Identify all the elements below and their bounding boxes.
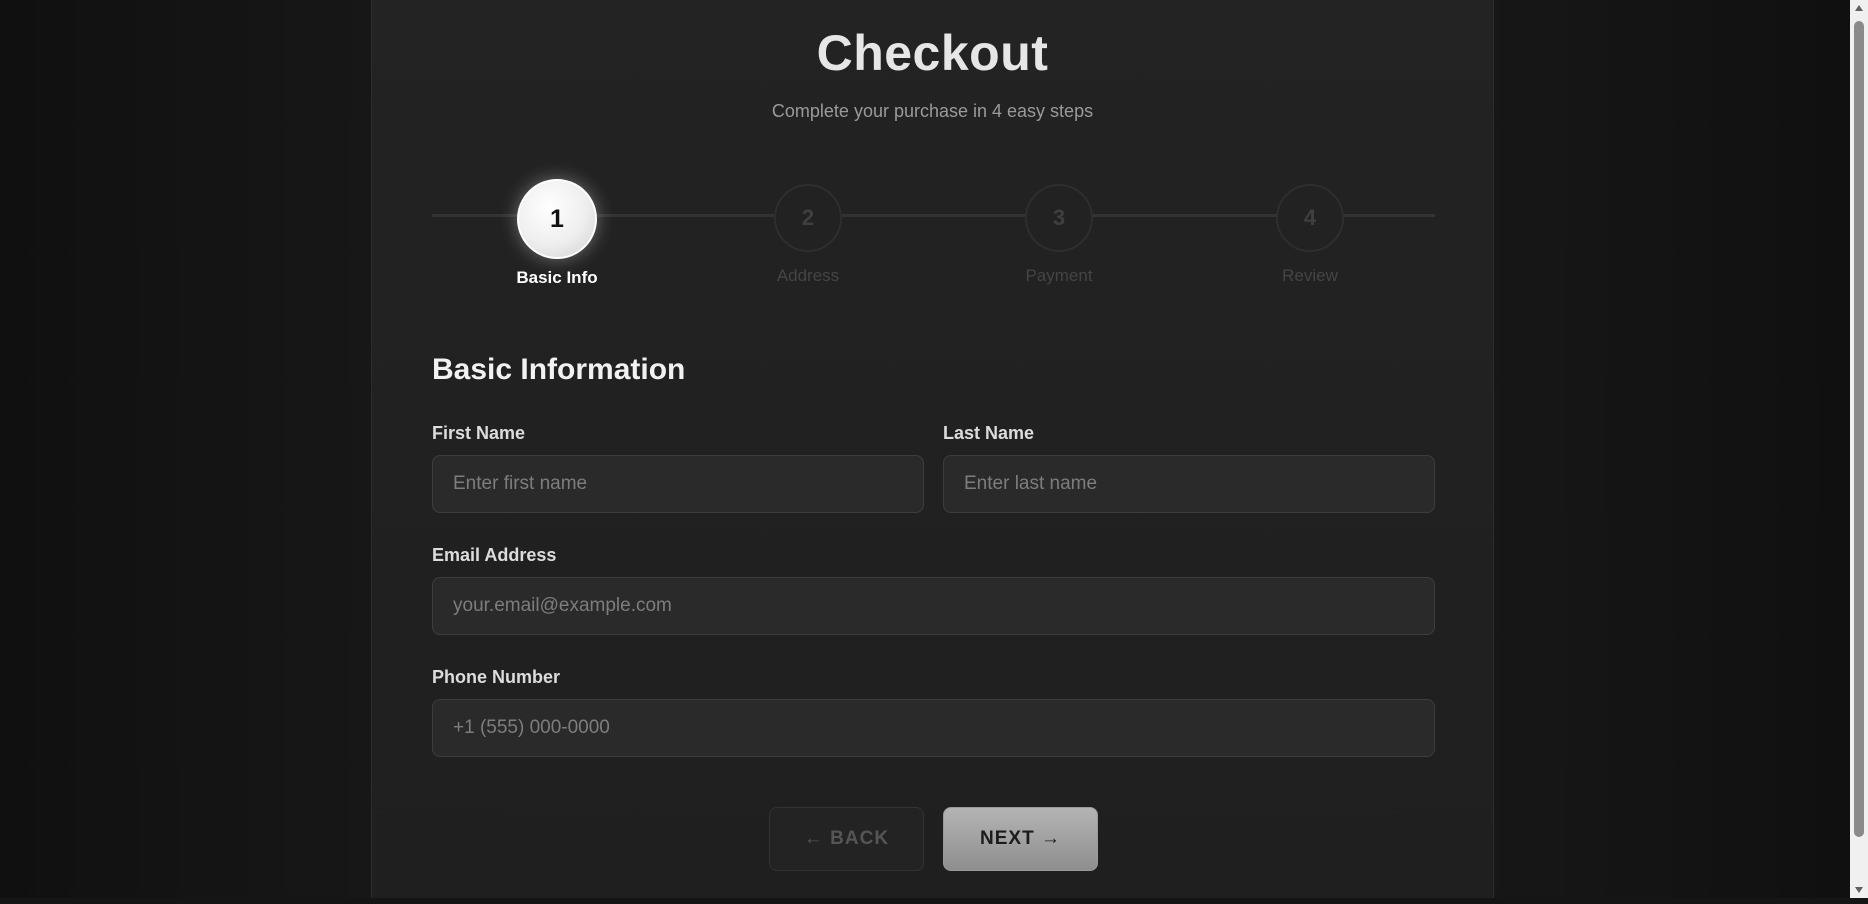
- back-button[interactable]: ← BACK: [769, 807, 924, 871]
- scroll-down-arrow[interactable]: [1850, 881, 1868, 898]
- triangle-down-icon: [1855, 887, 1863, 893]
- triangle-up-icon: [1855, 5, 1863, 11]
- step-label: Payment: [1025, 266, 1093, 285]
- step-number-circle: 2: [774, 184, 842, 252]
- first-name-label: First Name: [432, 423, 526, 443]
- step-number-circle: 4: [1276, 184, 1344, 252]
- scroll-up-arrow[interactable]: [1850, 0, 1868, 17]
- step-label: Basic Info: [516, 268, 598, 287]
- step-label: Address: [776, 266, 840, 285]
- phone-label: Phone Number: [432, 667, 561, 687]
- email-input[interactable]: [432, 577, 1435, 635]
- vertical-scrollbar[interactable]: [1850, 0, 1868, 898]
- progress-stepper: 1 Basic Info 2 Address 3 Payment 4 Revie…: [432, 175, 1435, 295]
- step-basic-info[interactable]: 1 Basic Info: [477, 175, 637, 288]
- step-number-circle: 1: [517, 179, 597, 259]
- step-number-circle: 3: [1025, 184, 1093, 252]
- page-subtitle: Complete your purchase in 4 easy steps: [771, 101, 1094, 121]
- next-button[interactable]: NEXT →: [943, 807, 1098, 871]
- last-name-input[interactable]: [943, 455, 1435, 513]
- first-name-input[interactable]: [432, 455, 924, 513]
- section-title: Basic Information: [432, 353, 686, 386]
- scrollbar-thumb[interactable]: [1854, 21, 1864, 837]
- phone-input[interactable]: [432, 699, 1435, 757]
- last-name-label: Last Name: [943, 423, 1035, 443]
- page-background: Checkout Complete your purchase in 4 eas…: [0, 0, 1850, 898]
- email-label: Email Address: [432, 545, 557, 565]
- step-address[interactable]: 2 Address: [728, 175, 888, 286]
- page-title: Checkout: [816, 25, 1049, 81]
- step-review[interactable]: 4 Review: [1230, 175, 1390, 286]
- step-payment[interactable]: 3 Payment: [979, 175, 1139, 286]
- step-label: Review: [1282, 266, 1338, 285]
- checkout-card: Checkout Complete your purchase in 4 eas…: [371, 0, 1494, 898]
